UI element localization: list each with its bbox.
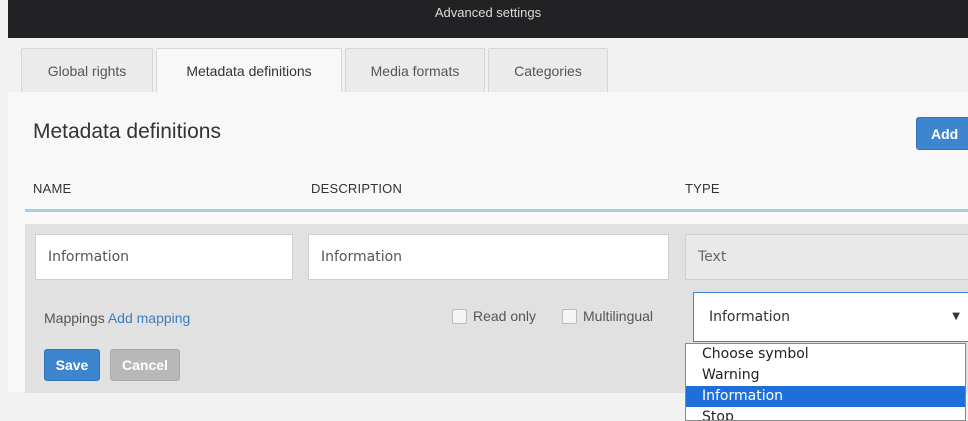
mappings-label: Mappings bbox=[44, 310, 105, 326]
mappings-row: Mappings Add mapping bbox=[44, 310, 190, 326]
cancel-button[interactable]: Cancel bbox=[110, 349, 180, 381]
symbol-dropdown-list: Choose symbol Warning Information Stop bbox=[685, 343, 966, 421]
symbol-select-value: Information bbox=[709, 309, 791, 325]
multilingual-checkbox[interactable] bbox=[562, 308, 577, 324]
name-field[interactable]: Information bbox=[35, 234, 293, 280]
tab-label: Media formats bbox=[370, 62, 460, 79]
readonly-label: Read only bbox=[473, 308, 537, 324]
multilingual-checkbox-group[interactable]: Multilingual bbox=[562, 308, 653, 324]
column-header-description: DESCRIPTION bbox=[311, 181, 403, 196]
tab-bar: Global rights Metadata definitions Media… bbox=[8, 38, 968, 93]
tab-label: Global rights bbox=[47, 62, 127, 79]
save-button[interactable]: Save bbox=[44, 349, 100, 381]
symbol-select[interactable]: Information ▼ bbox=[693, 292, 968, 342]
add-button[interactable]: Add bbox=[916, 117, 968, 150]
option-stop[interactable]: Stop bbox=[686, 407, 965, 420]
tab-label: Categories bbox=[514, 62, 582, 79]
tab-global-rights[interactable]: Global rights bbox=[21, 48, 153, 92]
option-warning[interactable]: Warning bbox=[686, 365, 965, 386]
tab-label: Metadata definitions bbox=[186, 63, 312, 79]
type-field: Text bbox=[685, 234, 968, 280]
header-divider bbox=[25, 209, 968, 212]
readonly-checkbox-group[interactable]: Read only bbox=[452, 308, 536, 324]
multilingual-label: Multilingual bbox=[583, 308, 654, 324]
add-mapping-link[interactable]: Add mapping bbox=[108, 310, 191, 326]
tab-media-formats[interactable]: Media formats bbox=[345, 48, 485, 92]
page-title: Metadata definitions bbox=[33, 120, 221, 143]
tab-categories[interactable]: Categories bbox=[488, 48, 608, 92]
window-title-bar: Advanced settings bbox=[8, 0, 968, 38]
readonly-checkbox[interactable] bbox=[452, 308, 467, 324]
option-choose-symbol[interactable]: Choose symbol bbox=[686, 344, 965, 365]
option-information[interactable]: Information bbox=[686, 386, 965, 407]
column-header-name: NAME bbox=[33, 181, 72, 196]
caret-down-icon: ▼ bbox=[952, 311, 960, 322]
column-header-type: TYPE bbox=[685, 181, 720, 196]
tab-metadata-definitions[interactable]: Metadata definitions bbox=[156, 48, 342, 93]
window-title: Advanced settings bbox=[434, 5, 542, 20]
description-field[interactable]: Information bbox=[308, 234, 669, 280]
